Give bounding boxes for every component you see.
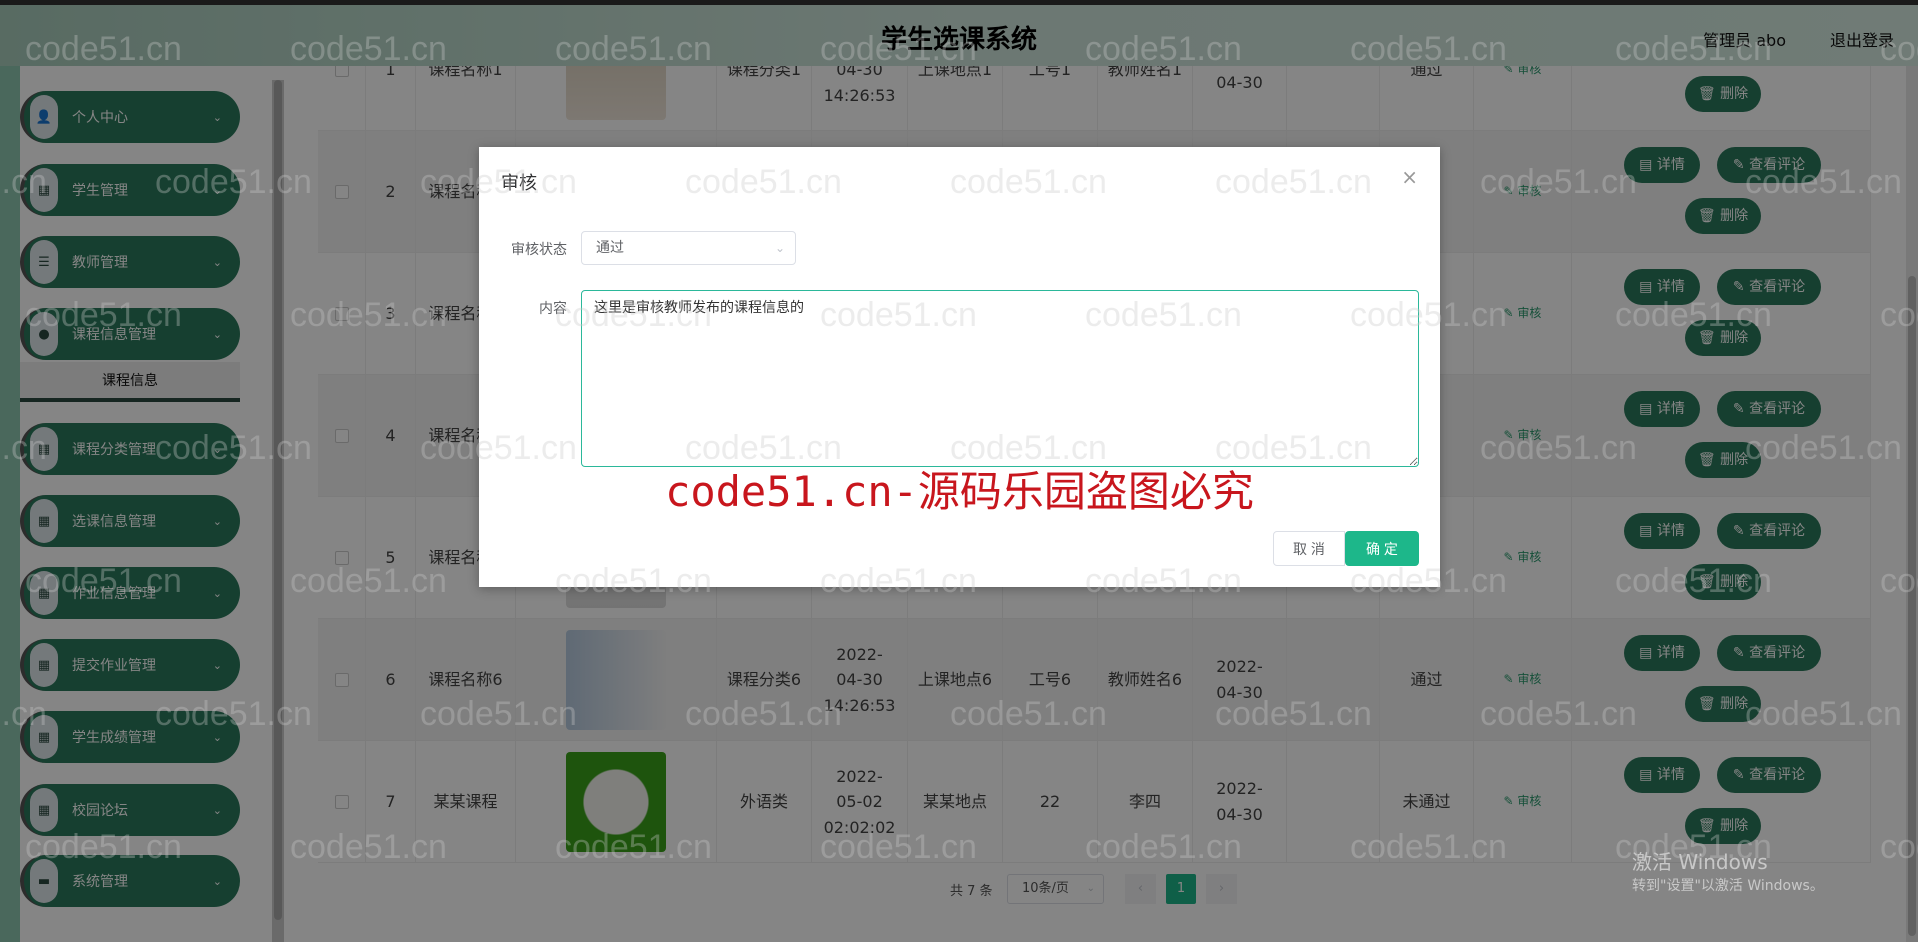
status-value: 通过 — [596, 240, 624, 256]
close-icon[interactable]: × — [1401, 165, 1418, 189]
chevron-down-icon: ⌄ — [774, 241, 785, 255]
cancel-button[interactable]: 取 消 — [1273, 531, 1345, 566]
content-label: 内容 — [539, 301, 567, 317]
confirm-button[interactable]: 确 定 — [1345, 531, 1419, 566]
dialog-title: 审核 — [501, 173, 537, 194]
audit-dialog: 审核 × 审核状态 通过 ⌄ 内容 这里是审核教师发布的课程信息的 取 消 确 定 — [479, 147, 1440, 587]
content-textarea[interactable]: 这里是审核教师发布的课程信息的 — [581, 290, 1419, 467]
status-label: 审核状态 — [511, 242, 567, 258]
status-select[interactable]: 通过 ⌄ — [581, 231, 796, 265]
